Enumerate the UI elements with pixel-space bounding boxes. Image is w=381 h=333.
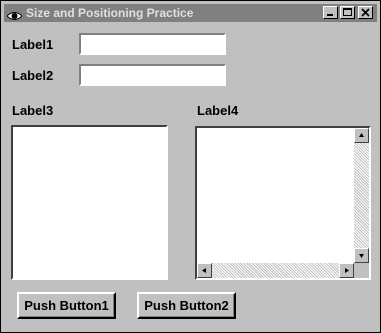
eye-icon[interactable] bbox=[6, 8, 23, 20]
minimize-icon bbox=[327, 14, 333, 16]
vertical-scrollbar[interactable] bbox=[354, 128, 369, 263]
close-icon bbox=[361, 8, 370, 17]
window-title: Size and Positioning Practice bbox=[26, 6, 194, 20]
arrow-right-icon bbox=[345, 268, 349, 273]
maximize-button[interactable] bbox=[340, 6, 355, 19]
list-box-1[interactable] bbox=[11, 125, 168, 280]
text-field-1[interactable] bbox=[79, 33, 226, 55]
arrow-down-icon bbox=[359, 254, 364, 258]
arrow-up-icon bbox=[359, 133, 364, 137]
arrow-left-icon bbox=[202, 268, 206, 273]
scroll-right-button[interactable] bbox=[339, 263, 354, 278]
label4: Label4 bbox=[197, 103, 239, 118]
label1: Label1 bbox=[12, 37, 54, 52]
text-field-2[interactable] bbox=[79, 64, 226, 86]
scroll-down-button[interactable] bbox=[354, 248, 369, 263]
main-window: Size and Positioning Practice Label1 Lab… bbox=[0, 0, 381, 333]
label3: Label3 bbox=[12, 103, 54, 118]
horizontal-scrollbar[interactable] bbox=[197, 263, 354, 278]
push-button-2[interactable]: Push Button2 bbox=[137, 292, 236, 319]
title-bar[interactable]: Size and Positioning Practice bbox=[4, 4, 377, 22]
push-button-1[interactable]: Push Button1 bbox=[17, 292, 116, 319]
minimize-button[interactable] bbox=[323, 6, 338, 19]
list-box-2[interactable] bbox=[195, 126, 371, 280]
scroll-left-button[interactable] bbox=[197, 263, 212, 278]
close-button[interactable] bbox=[358, 6, 373, 19]
label2: Label2 bbox=[12, 68, 54, 83]
scroll-up-button[interactable] bbox=[354, 128, 369, 143]
scrollbar-corner bbox=[354, 263, 369, 278]
